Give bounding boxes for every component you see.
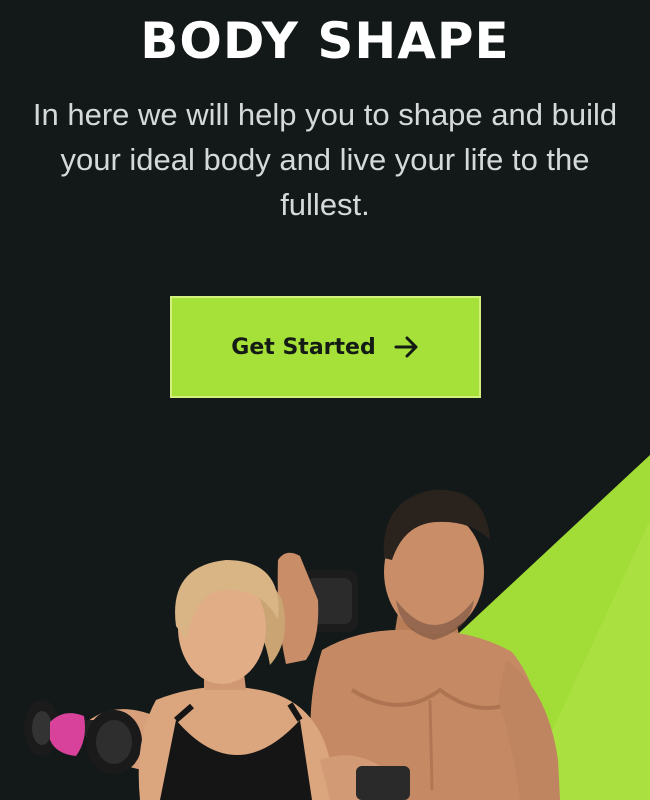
- accent-wedge: [430, 455, 650, 800]
- landing-page: BODY SHAPE In here we will help you to s…: [0, 0, 650, 800]
- arrow-right-icon: [394, 336, 420, 358]
- hero-subtitle: In here we will help you to shape and bu…: [32, 97, 618, 222]
- man-figure: [277, 489, 560, 800]
- woman-figure: [24, 560, 410, 800]
- page-title: BODY SHAPE: [140, 12, 510, 70]
- get-started-button[interactable]: Get Started: [170, 296, 481, 398]
- get-started-label: Get Started: [231, 334, 376, 360]
